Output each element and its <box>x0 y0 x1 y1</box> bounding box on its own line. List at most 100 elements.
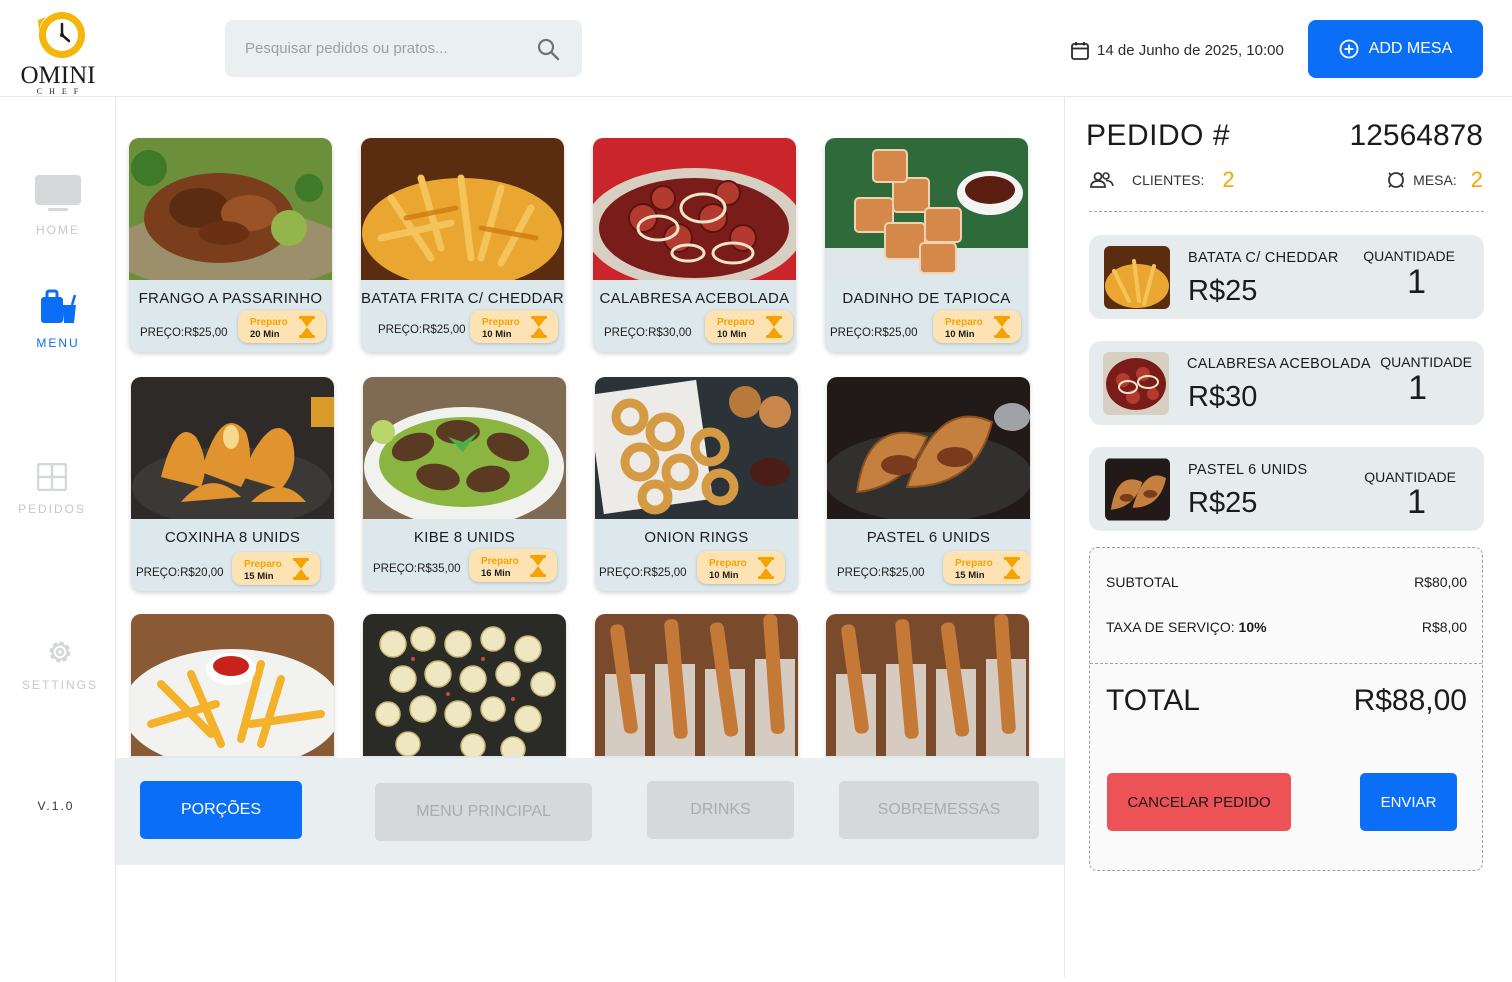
menu-bag-icon <box>41 289 77 323</box>
logo-wordmark: OMINI <box>20 62 96 89</box>
item-thumbnail <box>1104 246 1170 309</box>
subtotal-row: SUBTOTAL R$80,00 <box>1106 574 1467 590</box>
menu-card[interactable] <box>131 614 334 758</box>
dish-price: PREÇO:R$25,00 <box>140 327 228 339</box>
sidebar-item-home[interactable]: HOME <box>0 174 116 237</box>
service-fee-label: TAXA DE SERVIÇO: 10% <box>1106 619 1267 635</box>
sidebar-item-label: MENU <box>36 336 80 350</box>
sidebar-item-menu[interactable]: MENU <box>0 289 116 350</box>
hourglass-icon <box>293 558 309 580</box>
prep-time: 15 Min <box>955 570 985 581</box>
dish-price: PREÇO:R$25,00 <box>599 567 687 579</box>
prep-time: 10 Min <box>717 329 747 340</box>
menu-card[interactable] <box>363 614 566 758</box>
total-row: TOTAL R$88,00 <box>1106 684 1467 718</box>
hourglass-icon <box>994 316 1010 338</box>
prep-time-badge: Preparo 16 Min <box>469 549 557 582</box>
menu-card[interactable]: FRANGO A PASSARINHO PREÇO:R$25,00 Prepar… <box>129 138 332 352</box>
total-label: TOTAL <box>1106 684 1200 717</box>
prep-label: Preparo <box>250 317 288 328</box>
menu-card[interactable] <box>826 614 1029 758</box>
hourglass-icon <box>299 316 315 338</box>
item-name: CALABRESA ACEBOLADA <box>1187 356 1371 372</box>
quantity-value[interactable]: 1 <box>1407 483 1426 522</box>
prep-time: 10 Min <box>945 329 975 340</box>
hourglass-icon <box>531 316 547 338</box>
dish-name: PASTEL 6 UNIDS <box>866 529 991 546</box>
quantity-label: QUANTIDADE <box>1380 354 1472 370</box>
dish-price: PREÇO:R$25,00 <box>837 567 925 579</box>
service-fee-value: R$8,00 <box>1421 619 1467 635</box>
category-tab-desserts[interactable]: SOBREMESSAS <box>839 781 1039 839</box>
dish-name: KIBE 8 UNIDS <box>413 529 516 546</box>
menu-card[interactable] <box>595 614 798 758</box>
clock-logo-icon <box>38 12 85 58</box>
dish-name: COXINHA 8 UNIDS <box>164 529 301 546</box>
service-fee-row: TAXA DE SERVIÇO: 10% R$8,00 <box>1106 619 1467 635</box>
order-item[interactable]: BATATA C/ CHEDDAR R$25 QUANTIDADE 1 <box>1089 235 1484 319</box>
gear-icon <box>49 641 71 663</box>
prep-time: 10 Min <box>482 329 512 340</box>
food-image <box>361 138 564 280</box>
category-bar: PORÇÕES MENU PRINCIPAL DRINKS SOBREMESSA… <box>116 758 1064 865</box>
prep-time: 20 Min <box>250 329 280 340</box>
prep-label: Preparo <box>482 317 520 328</box>
menu-card[interactable]: PASTEL 6 UNIDS PREÇO:R$25,00 Preparo 15 … <box>827 377 1030 591</box>
category-tab-drinks[interactable]: DRINKS <box>647 781 794 839</box>
menu-card[interactable]: COXINHA 8 UNIDS PREÇO:R$20,00 Preparo 15… <box>131 377 334 591</box>
dish-price: PREÇO:R$30,00 <box>604 327 692 339</box>
prep-time-badge: Preparo 10 Min <box>697 551 785 584</box>
calendar-icon <box>1071 41 1089 60</box>
food-image <box>593 138 796 280</box>
item-name: PASTEL 6 UNIDS <box>1188 462 1308 478</box>
date-display: 14 de Junho de 2025, 10:00 <box>1071 39 1284 61</box>
item-name: BATATA C/ CHEDDAR <box>1188 250 1339 266</box>
divider <box>1090 663 1482 664</box>
order-number: 12564878 <box>1349 119 1483 152</box>
menu-card[interactable]: KIBE 8 UNIDS PREÇO:R$35,00 Preparo 16 Mi… <box>363 377 566 591</box>
menu-card[interactable]: DADINHO DE TAPIOCA PREÇO:R$25,00 Preparo… <box>825 138 1028 352</box>
dish-name: DADINHO DE TAPIOCA <box>842 290 1011 307</box>
cancel-order-button[interactable]: CANCELAR PEDIDO <box>1107 773 1291 831</box>
dish-price: PREÇO:R$25,00 <box>378 324 466 336</box>
dish-name: BATATA FRITA C/ CHEDDAR <box>361 290 564 307</box>
menu-grid: FRANGO A PASSARINHO PREÇO:R$25,00 Prepar… <box>116 97 1064 758</box>
hourglass-icon <box>530 555 546 577</box>
food-image <box>363 614 566 756</box>
quantity-value[interactable]: 1 <box>1407 263 1426 302</box>
prep-time-badge: Preparo 10 Min <box>705 310 793 343</box>
sidebar-item-settings[interactable]: SETTINGS <box>2 637 118 692</box>
send-order-button[interactable]: ENVIAR <box>1360 773 1457 831</box>
sidebar-item-label: PEDIDOS <box>17 502 86 516</box>
prep-time: 10 Min <box>709 570 739 581</box>
menu-card[interactable]: CALABRESA ACEBOLADA PREÇO:R$30,00 Prepar… <box>593 138 796 352</box>
search-bar[interactable] <box>225 20 582 77</box>
add-table-label: ADD MESA <box>1368 40 1453 57</box>
search-icon[interactable] <box>536 37 560 61</box>
order-item[interactable]: PASTEL 6 UNIDS R$25 QUANTIDADE 1 <box>1089 447 1484 531</box>
item-price: R$25 <box>1188 275 1258 307</box>
order-item[interactable]: CALABRESA ACEBOLADA R$30 QUANTIDADE 1 <box>1089 341 1484 425</box>
top-bar: OMINI CHEF 14 de Junho de 2025, 10:00 AD… <box>0 0 1512 97</box>
search-input[interactable] <box>243 20 523 77</box>
sidebar-item-label: SETTINGS <box>21 678 98 692</box>
menu-card[interactable]: ONION RINGS PREÇO:R$25,00 Preparo 10 Min <box>595 377 798 591</box>
category-tab-portions[interactable]: PORÇÕES <box>140 781 302 839</box>
sidebar-item-orders[interactable]: PEDIDOS <box>0 462 110 516</box>
grid-icon <box>36 462 68 492</box>
dish-price: PREÇO:R$35,00 <box>373 563 461 575</box>
quantity-value[interactable]: 1 <box>1408 369 1427 408</box>
clients-info: CLIENTES: 2 <box>1090 167 1235 193</box>
monitor-icon <box>35 175 81 211</box>
users-icon <box>1090 172 1114 188</box>
add-table-button[interactable]: ADD MESA <box>1308 20 1483 78</box>
dish-price: PREÇO:R$20,00 <box>136 567 224 579</box>
food-image <box>827 377 1030 519</box>
category-tab-main-menu[interactable]: MENU PRINCIPAL <box>375 783 592 841</box>
menu-card[interactable]: BATATA FRITA C/ CHEDDAR PREÇO:R$25,00 Pr… <box>361 138 564 352</box>
table-number: 2 <box>1470 167 1483 192</box>
prep-label: Preparo <box>945 317 983 328</box>
prep-label: Preparo <box>244 559 282 570</box>
prep-time-badge: Preparo 10 Min <box>933 310 1021 343</box>
food-image <box>131 614 334 756</box>
